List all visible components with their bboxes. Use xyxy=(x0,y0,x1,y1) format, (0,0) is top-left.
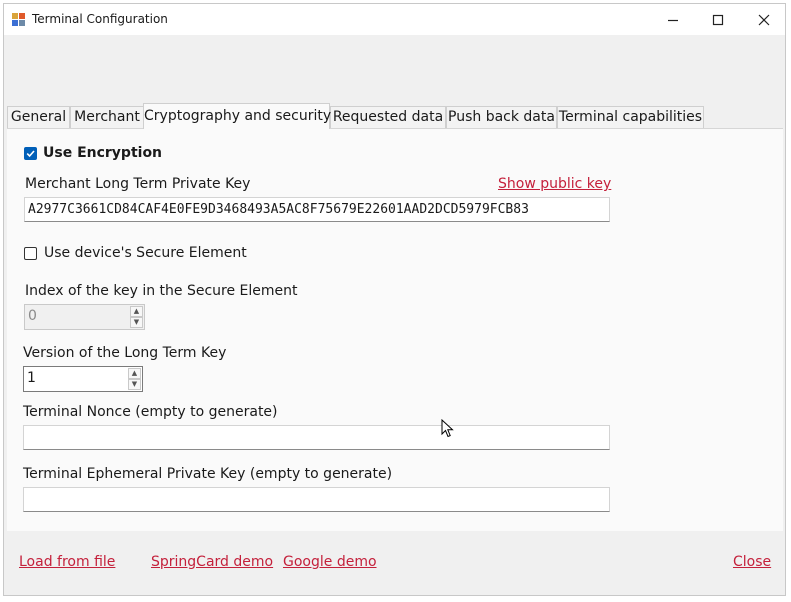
window-title: Terminal Configuration xyxy=(32,12,168,26)
google-demo-link[interactable]: Google demo xyxy=(283,554,377,570)
key-index-up-icon: ▲ xyxy=(130,306,143,317)
use-encryption-label: Use Encryption xyxy=(43,145,163,161)
maximize-button[interactable] xyxy=(695,4,741,35)
key-version-up-button[interactable]: ▲ xyxy=(128,368,141,379)
maximize-icon xyxy=(712,14,724,25)
key-index-down-icon: ▼ xyxy=(130,317,143,328)
tab-merchant[interactable]: Merchant xyxy=(70,106,144,128)
ephemeral-key-field[interactable] xyxy=(23,487,610,512)
title-bar: Terminal Configuration xyxy=(4,4,785,35)
cryptography-panel: Use Encryption Merchant Long Term Privat… xyxy=(7,128,783,531)
key-version-value[interactable]: 1 xyxy=(27,370,36,386)
ephemeral-key-label: Terminal Ephemeral Private Key (empty to… xyxy=(23,466,393,482)
key-index-label: Index of the key in the Secure Element xyxy=(25,283,298,299)
use-encryption-checkbox[interactable] xyxy=(24,147,37,160)
key-index-stepper: 0 ▲ ▼ xyxy=(24,304,145,330)
secure-element-label: Use device's Secure Element xyxy=(44,245,247,261)
mouse-pointer-icon xyxy=(441,419,454,438)
secure-element-checkbox[interactable] xyxy=(24,247,37,260)
springcard-demo-link[interactable]: SpringCard demo xyxy=(151,554,273,570)
tab-general[interactable]: General xyxy=(7,106,70,128)
tab-terminal-capabilities[interactable]: Terminal capabilities xyxy=(557,106,704,128)
show-public-key-link[interactable]: Show public key xyxy=(498,176,611,192)
nonce-label: Terminal Nonce (empty to generate) xyxy=(23,404,278,420)
key-version-stepper[interactable]: 1 ▲ ▼ xyxy=(23,366,143,392)
key-index-value: 0 xyxy=(28,308,37,324)
minimize-icon xyxy=(668,19,678,21)
load-from-file-link[interactable]: Load from file xyxy=(19,554,115,570)
terminal-configuration-window: Terminal Configuration General Merchant … xyxy=(3,3,786,596)
minimize-button[interactable] xyxy=(650,4,696,35)
tab-requested-data[interactable]: Requested data xyxy=(330,106,446,128)
private-key-label: Merchant Long Term Private Key xyxy=(25,176,251,192)
nonce-field[interactable] xyxy=(23,425,610,450)
close-icon xyxy=(758,14,770,25)
key-version-down-button[interactable]: ▼ xyxy=(128,379,141,390)
close-window-button[interactable] xyxy=(741,4,787,35)
checkmark-icon xyxy=(26,150,35,158)
key-version-label: Version of the Long Term Key xyxy=(23,345,227,361)
private-key-field[interactable]: A2977C3661CD84CAF4E0FE9D3468493A5AC8F756… xyxy=(24,197,610,222)
tab-cryptography-and-security[interactable]: Cryptography and security xyxy=(143,103,331,129)
app-icon xyxy=(12,13,26,26)
tab-push-back-data[interactable]: Push back data xyxy=(446,106,557,128)
close-link[interactable]: Close xyxy=(733,554,771,570)
